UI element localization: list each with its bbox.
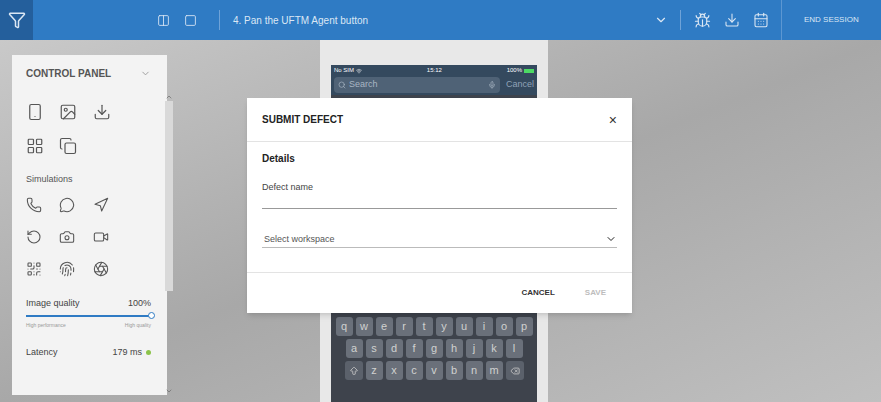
location-icon[interactable] — [93, 197, 109, 213]
end-session-button[interactable]: END SESSION — [804, 14, 859, 26]
details-heading: Details — [262, 151, 617, 166]
top-bar: 4. Pan the UFTM Agent button END SESSION — [0, 0, 881, 40]
device-icon[interactable] — [26, 103, 44, 121]
dialog-title: SUBMIT DEFECT — [262, 112, 343, 127]
scroll-up-icon[interactable] — [165, 93, 173, 101]
rotate-icon[interactable] — [26, 229, 42, 245]
key[interactable]: a — [346, 339, 363, 358]
step-label: 4. Pan the UFTM Agent button — [233, 13, 654, 28]
close-button[interactable]: × — [609, 113, 617, 127]
keyboard: qwertyuiop asdfghjkl zxcvbnm — [331, 314, 537, 402]
cancel-button[interactable]: CANCEL — [521, 287, 554, 299]
video-icon[interactable] — [93, 229, 109, 245]
bug-icon[interactable] — [694, 12, 711, 29]
key[interactable]: l — [506, 339, 523, 358]
submit-defect-dialog: SUBMIT DEFECT × Details Defect name Select w… — [247, 98, 632, 313]
latency-label: Latency — [26, 346, 58, 360]
fingerprint-icon[interactable] — [59, 261, 75, 277]
camera-icon[interactable] — [59, 229, 75, 245]
calendar-icon[interactable] — [753, 12, 769, 28]
workspace-select[interactable]: Select workspace — [262, 233, 617, 249]
simulations-label: Simulations — [26, 173, 151, 187]
canvas: CONTROL PANEL Simulations Image quality 100… — [0, 40, 881, 402]
min-label: High performance — [26, 322, 66, 330]
single-view-icon[interactable] — [184, 14, 197, 27]
qrcode-icon[interactable] — [26, 261, 42, 277]
key[interactable]: c — [406, 361, 423, 380]
collapse-icon[interactable] — [140, 68, 151, 79]
app: 4. Pan the UFTM Agent button END SESSION C… — [0, 0, 881, 402]
key[interactable]: i — [476, 317, 493, 336]
key[interactable]: e — [376, 317, 393, 336]
key[interactable]: z — [366, 361, 383, 380]
phone-icon[interactable] — [26, 197, 42, 213]
key[interactable]: y — [436, 317, 453, 336]
message-icon[interactable] — [59, 197, 75, 213]
image-quality-value: 100% — [128, 297, 151, 311]
key[interactable]: x — [386, 361, 403, 380]
search-icon — [338, 81, 346, 89]
logo-icon — [8, 11, 26, 29]
latency-dot — [146, 350, 151, 355]
key[interactable]: t — [416, 317, 433, 336]
clock: 15:12 — [427, 66, 442, 75]
defect-name-input[interactable] — [262, 195, 617, 209]
key[interactable]: r — [396, 317, 413, 336]
key[interactable]: s — [366, 339, 383, 358]
image-quality-label: Image quality — [26, 297, 80, 311]
search-field[interactable]: Search — [334, 77, 500, 93]
key[interactable]: g — [426, 339, 443, 358]
save-button: SAVE — [585, 287, 606, 299]
mic-icon[interactable] — [488, 81, 496, 89]
cancel-link[interactable]: Cancel — [506, 78, 534, 92]
copy-icon[interactable] — [59, 137, 77, 155]
battery: 100% — [507, 66, 534, 75]
backspace-key[interactable] — [506, 361, 524, 380]
key[interactable]: j — [466, 339, 483, 358]
shift-key[interactable] — [345, 361, 363, 380]
key[interactable]: u — [456, 317, 473, 336]
key[interactable]: p — [516, 317, 533, 336]
slider-thumb[interactable] — [148, 312, 155, 319]
latency-value: 179 ms — [112, 346, 142, 360]
key[interactable]: m — [486, 361, 503, 380]
chevron-down-icon — [654, 13, 668, 27]
download-icon[interactable] — [724, 12, 740, 28]
key[interactable]: f — [406, 339, 423, 358]
key[interactable]: d — [386, 339, 403, 358]
split-view-icon[interactable] — [157, 14, 170, 27]
image-icon[interactable] — [59, 103, 77, 121]
key[interactable]: v — [426, 361, 443, 380]
key[interactable]: h — [446, 339, 463, 358]
carrier: No SIM — [334, 66, 362, 75]
max-label: High quality — [125, 322, 151, 330]
logo[interactable] — [0, 0, 33, 40]
defect-name-label: Defect name — [262, 181, 617, 195]
key[interactable]: q — [336, 317, 353, 336]
key[interactable]: o — [496, 317, 513, 336]
scrollbar[interactable] — [165, 93, 173, 395]
control-panel-title: CONTROL PANEL — [26, 66, 111, 81]
key[interactable]: w — [356, 317, 373, 336]
aperture-icon[interactable] — [93, 261, 109, 277]
control-panel: CONTROL PANEL Simulations Image quality 100… — [12, 55, 167, 395]
wifi-icon — [356, 68, 362, 74]
scroll-down-icon[interactable] — [165, 387, 173, 395]
apps-icon[interactable] — [26, 137, 44, 155]
key[interactable]: n — [466, 361, 483, 380]
key[interactable]: k — [486, 339, 503, 358]
key[interactable]: b — [446, 361, 463, 380]
dropdown-icon — [605, 233, 617, 245]
image-quality-slider[interactable] — [26, 312, 151, 320]
install-icon[interactable] — [93, 103, 111, 121]
step-selector[interactable]: 4. Pan the UFTM Agent button — [233, 13, 668, 28]
